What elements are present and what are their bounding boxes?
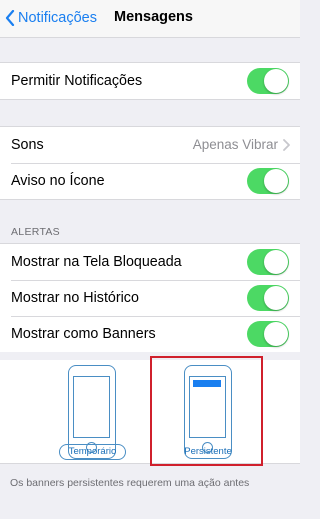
lock-screen-row: Mostrar na Tela Bloqueada <box>0 244 300 280</box>
lock-screen-toggle[interactable] <box>247 249 289 275</box>
badge-row: Aviso no Ícone <box>0 163 300 199</box>
badge-toggle[interactable] <box>247 168 289 194</box>
alerts-section-header: ALERTAS <box>11 226 60 238</box>
chevron-right-icon <box>283 139 290 151</box>
allow-notifications-group: Permitir Notificações <box>0 62 300 100</box>
toggle-knob <box>264 169 288 193</box>
history-row: Mostrar no Histórico <box>0 280 300 316</box>
sounds-value: Apenas Vibrar <box>192 137 278 152</box>
back-button-label: Notificações <box>18 10 97 26</box>
toggle-knob <box>264 286 288 310</box>
toggle-knob <box>264 69 288 93</box>
navigation-bar: Notificações Mensagens <box>0 0 300 38</box>
allow-notifications-toggle[interactable] <box>247 68 289 94</box>
allow-notifications-row: Permitir Notificações <box>0 63 300 99</box>
banners-row: Mostrar como Banners <box>0 316 300 352</box>
banners-toggle[interactable] <box>247 321 289 347</box>
sounds-row[interactable]: Sons Apenas Vibrar <box>0 127 300 163</box>
sounds-badge-group: Sons Apenas Vibrar Aviso no Ícone <box>0 126 300 200</box>
back-button[interactable]: Notificações <box>5 8 97 28</box>
footer-description: Os banners persistentes requerem uma açã… <box>10 477 250 489</box>
chevron-left-icon <box>5 10 15 26</box>
history-toggle[interactable] <box>247 285 289 311</box>
selection-highlight <box>150 356 263 466</box>
toggle-knob <box>264 322 288 346</box>
page-title: Mensagens <box>114 9 193 25</box>
toggle-knob <box>264 250 288 274</box>
temporary-option[interactable]: Temporário <box>59 444 126 460</box>
phone-screen <box>73 376 110 438</box>
alerts-group: Mostrar na Tela Bloqueada Mostrar no His… <box>0 243 300 352</box>
